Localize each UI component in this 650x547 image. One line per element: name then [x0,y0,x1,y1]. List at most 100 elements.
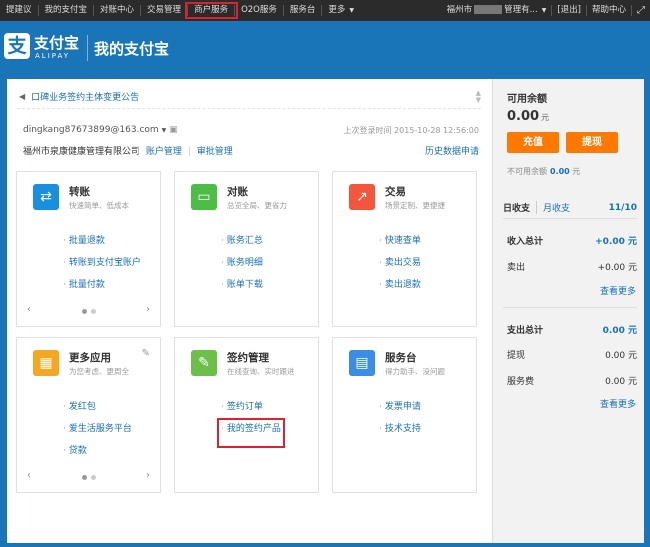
unavailable-label: 不可用余额 [507,167,547,176]
audit-manage-link[interactable]: 审批管理 [194,147,236,157]
notice-link[interactable]: 口碑业务签约主体变更公告 [31,90,139,103]
pager-dot[interactable] [90,309,96,314]
history-data-link[interactable]: 历史数据申请 [425,144,479,157]
link-batch-pay[interactable]: 批量付款 [63,278,141,300]
nav-my-alipay[interactable]: 我的支付宝 [39,5,95,16]
card-desc: 在线查询、实时跟进 [227,367,295,376]
link-my-contract-products[interactable]: 我的签约产品 [217,418,285,448]
reconcile-icon[interactable]: ▭ [191,184,217,210]
account-email[interactable]: dingkang87673899@163.com ▼ ▣ [23,125,178,135]
link-sold-refund[interactable]: 卖出退款 [379,278,421,300]
card-title[interactable]: 服务台 [385,350,417,365]
id-card-icon[interactable]: ▣ [169,125,178,135]
nav-more[interactable]: 更多 ▼ [322,5,360,16]
transfer-icon[interactable]: ⇄ [33,184,59,210]
card-desc: 快速简单、低成本 [69,201,129,210]
link-red-packet[interactable]: 发红包 [63,400,132,422]
help-center-link[interactable]: 帮助中心 [585,5,631,16]
last-login: 上次登录时间 2015-10-28 12:56:00 [343,126,479,135]
nav-o2o[interactable]: O2O服务 [235,5,284,16]
link-loan[interactable]: 贷款 [63,444,132,466]
notice-scroll[interactable]: ▲ ▼ [476,89,481,104]
user-city: 福州市 [446,5,473,15]
balance-label: 可用余额 [507,94,547,105]
balance-sidebar: 可用余额 0.00 元 充值 提现 不可用余额 0.00 元 日收支 月收支 11/… [492,79,644,543]
tab-monthly[interactable]: 月收支 [537,201,570,214]
link-account-detail[interactable]: 账务明细 [221,256,263,278]
arrow-down-icon[interactable]: ▼ [476,96,481,104]
expense-total-row: 支出总计 0.00 元 [507,323,637,336]
balance-amount: 0.00 元 [507,109,549,124]
balance-unit: 元 [541,113,550,122]
tab-daily[interactable]: 日收支 [503,201,538,214]
expand-icon[interactable]: ⤢ [631,5,650,16]
recharge-button[interactable]: 充值 [507,132,559,153]
notice-bar: ◀ 口碑业务签约主体变更公告 ▲ ▼ [17,85,481,109]
caret-down-icon: ▼ [349,7,355,14]
income-total-value: +0.00 元 [595,237,637,247]
card-title[interactable]: 签约管理 [227,350,269,365]
chevron-right-icon[interactable]: › [146,304,150,315]
card-title[interactable]: 对账 [227,184,248,199]
fee-label: 服务费 [507,377,535,387]
expense-total-value: 0.00 元 [602,326,637,336]
pager-dots [81,309,96,314]
withdraw-label: 提现 [507,351,526,361]
account-manage-link[interactable]: 账户管理 [143,147,185,157]
nav-merchant-service[interactable]: 商户服务 [185,2,239,19]
link-contract-orders[interactable]: 签约订单 [221,400,281,422]
card-title[interactable]: 转账 [69,184,90,199]
user-company[interactable]: 福州市 管理有... ▼ [442,5,552,16]
view-more-expense-link[interactable]: 查看更多 [600,397,636,410]
card-title[interactable]: 交易 [385,184,406,199]
card-transfer: ⇄ 转账 快速简单、低成本 批量退款 转账到支付宝账户 批量付款 ‹ › [16,171,161,327]
link-batch-refund[interactable]: 批量退款 [63,234,141,256]
balance-value: 0.00 [507,109,540,124]
pager-dot[interactable] [81,309,87,314]
logout-link[interactable]: [退出] [551,5,586,16]
chevron-left-icon[interactable]: ‹ [27,470,31,481]
account-email-text: dingkang87673899@163.com [23,125,159,135]
link-life-service[interactable]: 爱生活服务平台 [63,422,132,444]
link-account-summary[interactable]: 账务汇总 [221,234,263,256]
link-tech-support[interactable]: 技术支持 [379,422,421,444]
card-pager: ‹ › [27,470,150,484]
divider: | [187,147,191,157]
income-total-label: 收入总计 [507,237,544,247]
nav-trade[interactable]: 交易管理 [141,5,189,16]
unavailable-balance: 不可用余额 0.00 元 [507,166,580,177]
link-transfer-to-alipay[interactable]: 转账到支付宝账户 [63,256,141,278]
card-links: 账务汇总 账务明细 账单下载 [221,234,263,300]
nav-reconcile[interactable]: 对账中心 [94,5,142,16]
trade-chart-icon[interactable]: ↗ [349,184,375,210]
pager-dot[interactable] [81,475,87,480]
pager-dot[interactable] [90,475,96,480]
date-indicator: 11/10 [608,202,637,213]
withdraw-button[interactable]: 提现 [566,132,618,153]
card-links: 发红包 爱生活服务平台 贷款 [63,400,132,466]
view-more-income-link[interactable]: 查看更多 [600,284,636,297]
link-bill-download[interactable]: 账单下载 [221,278,263,300]
pencil-icon[interactable]: ✎ [142,348,150,359]
pager-dots [81,475,96,480]
unavailable-value: 0.00 [550,167,570,176]
card-desc: 为您考虑、更周全 [69,367,129,376]
fee-row: 服务费 0.00 元 [507,374,637,387]
nav-feedback[interactable]: 提建议 [0,5,39,16]
card-title[interactable]: 更多应用 [69,350,111,365]
nav-service-desk[interactable]: 服务台 [284,5,323,16]
chevron-left-icon[interactable]: ‹ [27,304,31,315]
fee-value: 0.00 元 [605,377,637,387]
card-links: 发票申请 技术支持 [379,400,421,444]
link-sold-trade[interactable]: 卖出交易 [379,256,421,278]
alipay-logo-icon: 支 [4,33,30,59]
link-quick-query[interactable]: 快速查单 [379,234,421,256]
chevron-right-icon[interactable]: › [146,470,150,481]
main-panel: ◀ 口碑业务签约主体变更公告 ▲ ▼ dingkang87673899@163.… [7,79,492,543]
link-invoice[interactable]: 发票申请 [379,400,421,422]
top-nav-bar: 提建议 我的支付宝 对账中心 交易管理 商户服务 O2O服务 服务台 更多 ▼ 福… [0,0,650,21]
card-more-apps: ▦ 更多应用 为您考虑、更周全 ✎ 发红包 爱生活服务平台 贷款 ‹ › [16,337,161,493]
apps-grid-icon[interactable]: ▦ [33,350,59,376]
contract-edit-icon[interactable]: ✎ [191,350,217,376]
service-window-icon[interactable]: ▤ [349,350,375,376]
